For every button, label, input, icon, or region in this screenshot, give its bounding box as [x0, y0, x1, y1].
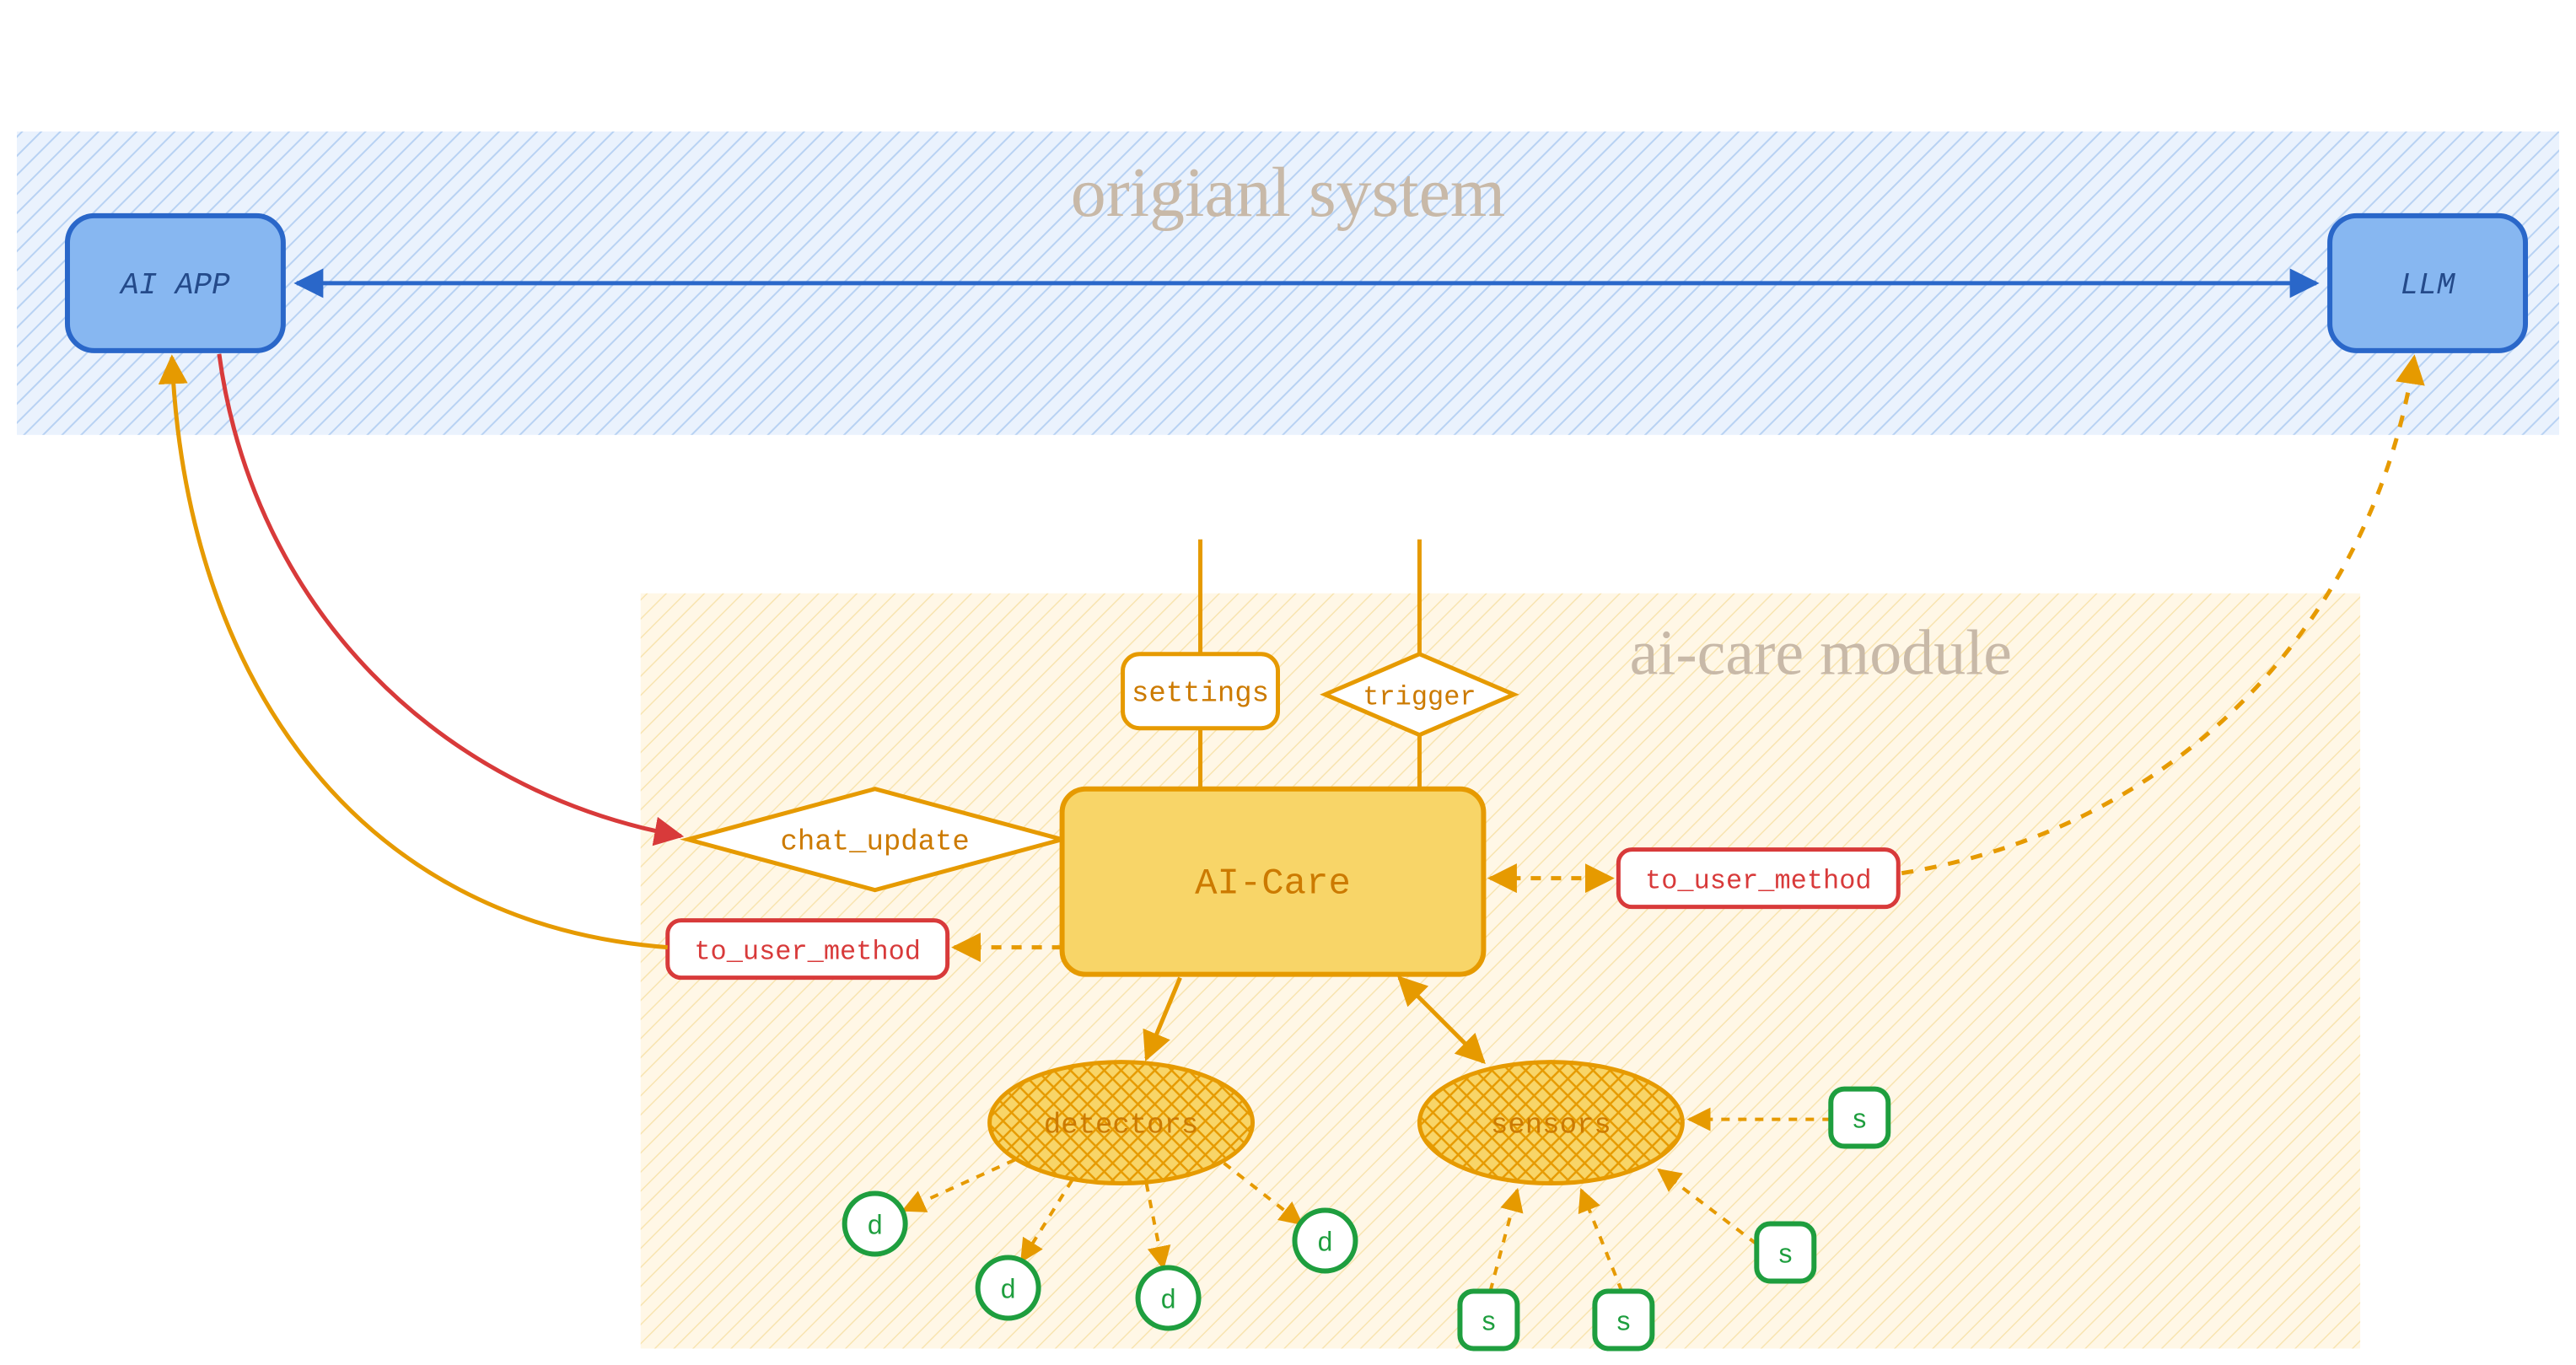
svg-text:d: d	[1317, 1228, 1333, 1260]
node-ai-care-label: AI-Care	[1195, 863, 1351, 906]
edge-touserleft-aiapp	[172, 357, 668, 948]
svg-text:d: d	[867, 1212, 883, 1243]
node-settings-label: settings	[1132, 679, 1269, 711]
svg-text:d: d	[1000, 1275, 1016, 1306]
node-detectors-label: detectors	[1044, 1110, 1198, 1142]
region-label-original: origianl system	[1071, 153, 1505, 232]
svg-text:s: s	[1852, 1105, 1868, 1137]
node-trigger-label: trigger	[1363, 682, 1476, 713]
node-to-user-right-label: to_user_method	[1645, 866, 1872, 897]
architecture-diagram: origianl system AI APP LLM ai-care modul…	[0, 0, 2576, 1365]
svg-text:s: s	[1777, 1240, 1794, 1271]
region-label-aicare: ai-care module	[1630, 618, 2012, 689]
node-ai-app-label: AI APP	[119, 268, 230, 303]
node-chat-update-label: chat_update	[781, 827, 970, 859]
svg-text:s: s	[1481, 1307, 1497, 1338]
node-to-user-left-label: to_user_method	[694, 937, 921, 968]
node-llm-label: LLM	[2401, 268, 2456, 303]
svg-text:d: d	[1160, 1285, 1176, 1316]
node-sensors-label: sensors	[1491, 1110, 1611, 1142]
svg-text:s: s	[1616, 1307, 1632, 1338]
